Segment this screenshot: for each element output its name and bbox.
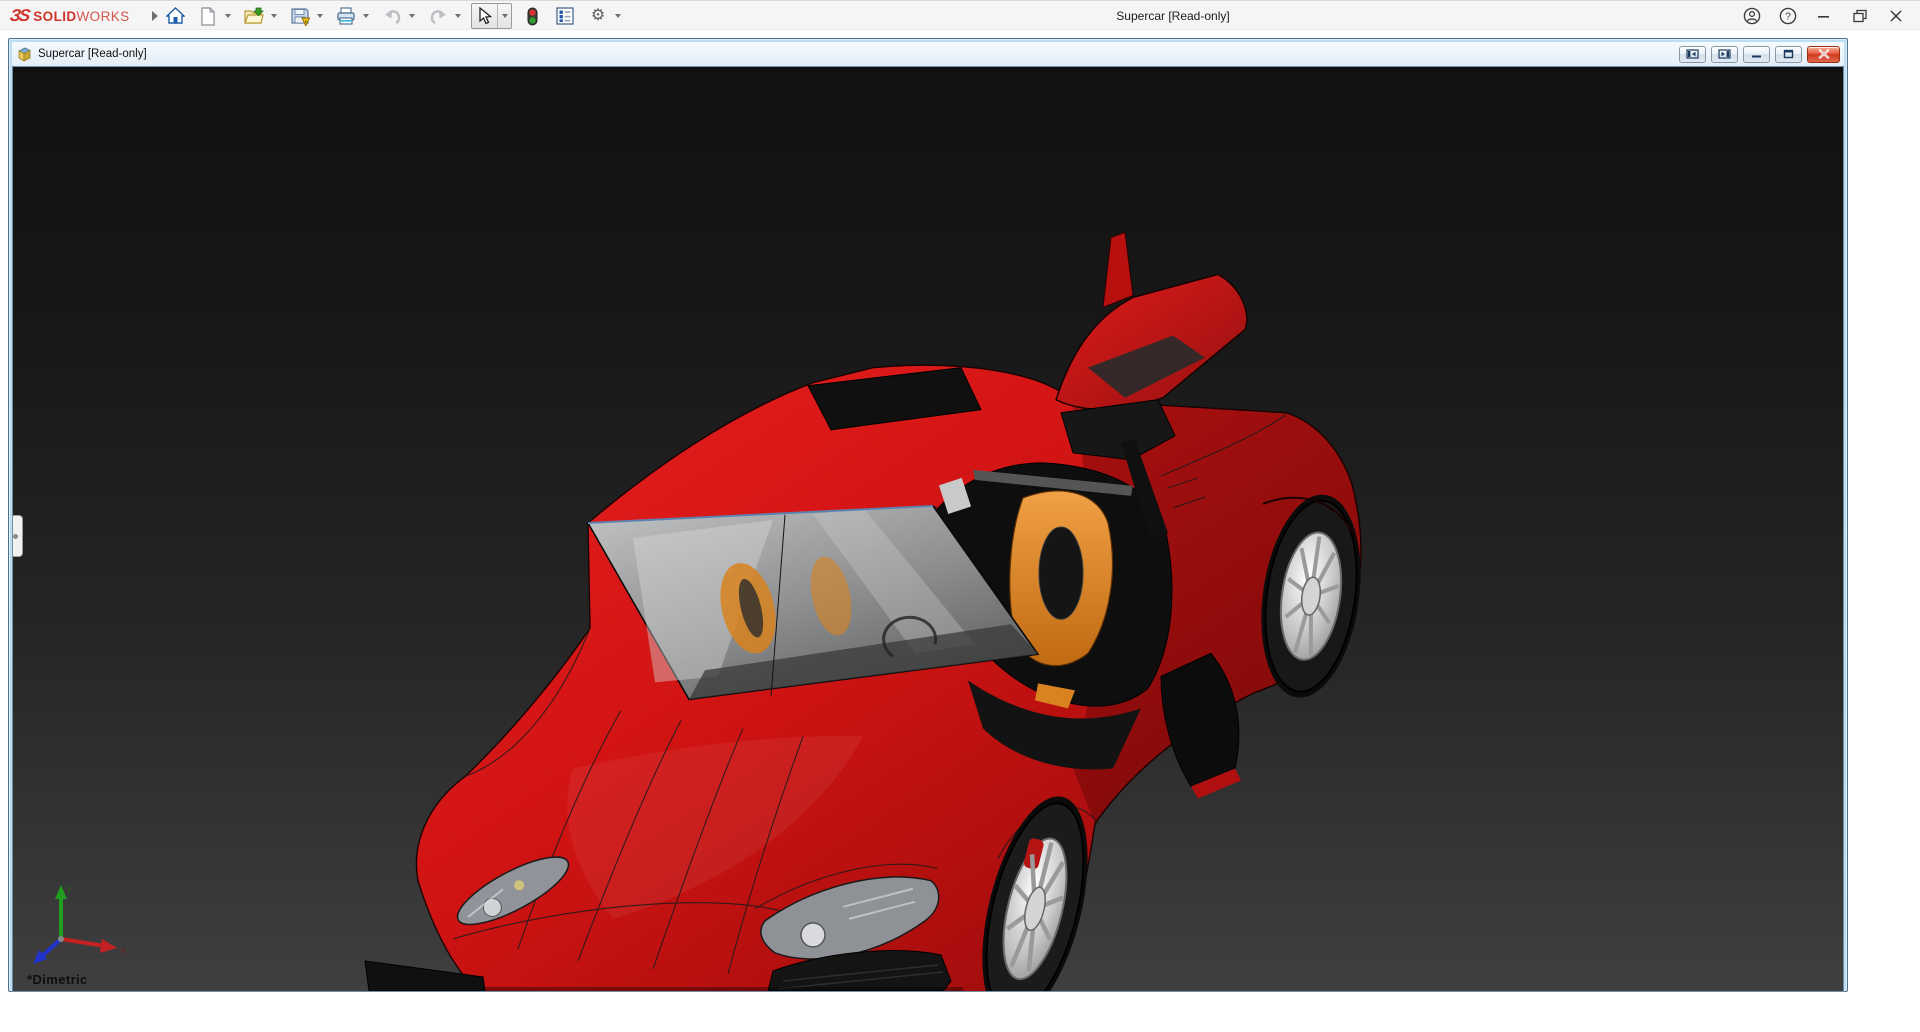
undo-dropdown[interactable] (405, 4, 418, 28)
brand-text-works: WORKS (77, 9, 130, 24)
help-icon: ? (1779, 7, 1797, 25)
brand-text-solid: SOLID (33, 9, 76, 24)
print-button[interactable] (333, 4, 359, 28)
graphics-viewport[interactable]: y x *Dimetric (12, 66, 1844, 992)
part-document-icon (16, 47, 32, 62)
rebuild-button[interactable] (519, 4, 545, 28)
next-pane-icon (1718, 49, 1731, 59)
select-cursor-icon (478, 7, 492, 25)
home-button[interactable] (162, 4, 188, 28)
restore-icon (1853, 9, 1868, 23)
options-dropdown[interactable] (611, 4, 624, 28)
new-document-icon (200, 7, 216, 26)
triad-z-axis (33, 939, 61, 964)
svg-text:x: x (121, 945, 126, 955)
select-tool-group (471, 3, 512, 29)
close-document-button[interactable] (1807, 46, 1840, 63)
new-document-dropdown[interactable] (221, 4, 234, 28)
print-icon (336, 7, 356, 25)
gear-icon: ⚙ (591, 8, 605, 24)
undo-icon (383, 8, 402, 25)
solidworks-logo: ЗS SOLID WORKS (10, 1, 158, 31)
main-toolbar: ЗS SOLID WORKS (0, 0, 1920, 30)
close-window-button[interactable] (1886, 6, 1906, 26)
options-button[interactable]: ⚙ (585, 4, 611, 28)
account-button[interactable] (1742, 6, 1762, 26)
new-document-button[interactable] (195, 4, 221, 28)
view-orientation-label: *Dimetric (27, 972, 88, 987)
save-button[interactable] (287, 4, 313, 28)
document-titlebar[interactable]: Supercar [Read-only] (12, 42, 1844, 66)
select-tool-dropdown[interactable] (498, 4, 511, 28)
minimize-document-button[interactable] (1743, 46, 1770, 63)
restore-window-button[interactable] (1850, 6, 1870, 26)
open-dropdown[interactable] (267, 4, 280, 28)
file-properties-icon (556, 7, 574, 25)
document-window: Supercar [Read-only] (8, 38, 1848, 992)
print-dropdown[interactable] (359, 4, 372, 28)
open-folder-icon (244, 7, 264, 25)
supercar-3d-model[interactable] (13, 67, 1843, 991)
rebuild-traffic-light-icon (527, 7, 538, 26)
help-button[interactable]: ? (1778, 6, 1798, 26)
minimize-window-button[interactable] (1814, 6, 1834, 26)
save-dropdown[interactable] (313, 4, 326, 28)
next-pane-button[interactable] (1711, 46, 1738, 63)
restore-document-icon (1782, 49, 1795, 59)
document-title: Supercar [Read-only] (38, 48, 147, 60)
file-properties-button[interactable] (552, 4, 578, 28)
previous-pane-icon (1686, 49, 1699, 59)
reference-triad-icon: y x (29, 879, 129, 965)
close-icon (1889, 9, 1903, 23)
toolbar-expand-arrow-icon[interactable] (152, 11, 158, 21)
save-floppy-icon (291, 7, 310, 26)
svg-text:y: y (67, 883, 72, 893)
minimize-document-icon (1750, 49, 1763, 59)
restore-document-button[interactable] (1775, 46, 1802, 63)
open-button[interactable] (241, 4, 267, 28)
redo-icon (429, 8, 448, 25)
triad-y-axis: y (55, 883, 72, 939)
splitter-grip-icon (13, 534, 18, 539)
svg-text:?: ? (1785, 11, 1791, 23)
minimize-icon (1817, 9, 1831, 23)
redo-dropdown[interactable] (451, 4, 464, 28)
application-title: Supercar [Read-only] (1116, 1, 1229, 31)
previous-pane-button[interactable] (1679, 46, 1706, 63)
triad-x-axis: x (61, 939, 126, 955)
select-tool-button[interactable] (472, 4, 498, 28)
account-icon (1743, 7, 1761, 25)
undo-button[interactable] (379, 4, 405, 28)
home-icon (166, 7, 185, 25)
redo-button[interactable] (425, 4, 451, 28)
feature-panel-splitter-tab[interactable] (12, 515, 23, 557)
close-document-icon (1818, 49, 1830, 59)
solidworks-logo-icon: ЗS (9, 6, 30, 26)
